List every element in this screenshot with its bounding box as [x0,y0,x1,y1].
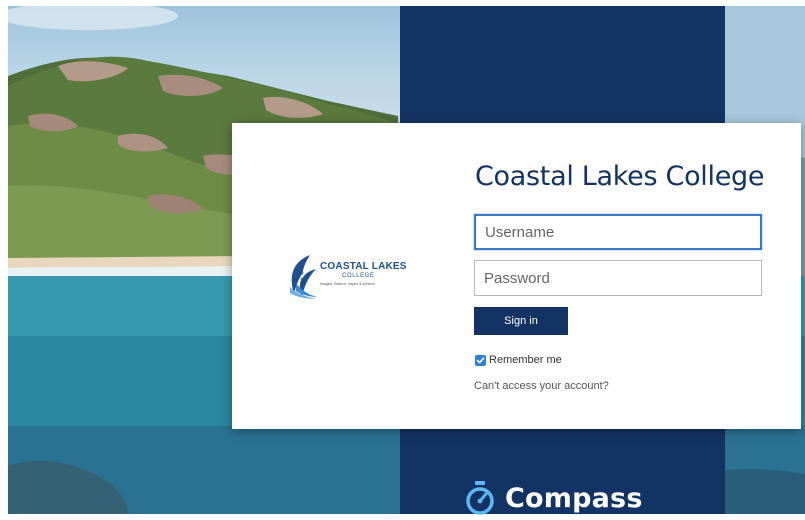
remember-me-row[interactable]: Remember me [475,353,562,367]
checkmark-icon [476,356,485,363]
login-page: COASTAL LAKES COLLEGE Imagine, Believe, … [0,0,805,520]
college-title: Coastal Lakes College [475,161,765,192]
compass-wordmark: Compass [505,482,643,514]
remember-me-label: Remember me [489,354,562,366]
school-logo-motto: Imagine, Believe, Inspire & Achieve [320,282,375,286]
compass-brand: Compass [465,478,643,518]
remember-me-checkbox[interactable] [475,354,486,366]
cant-access-account-link[interactable]: Can't access your account? [474,380,609,392]
school-logo-subname: COLLEGE [342,273,375,279]
login-card: COASTAL LAKES COLLEGE Imagine, Believe, … [232,123,801,429]
sign-in-button[interactable]: Sign in [474,307,568,335]
school-logo: COASTAL LAKES COLLEGE Imagine, Believe, … [284,253,414,299]
username-input[interactable] [474,214,762,250]
school-logo-name: COASTAL LAKES [320,261,407,272]
password-input[interactable] [474,260,762,296]
compass-timer-icon [466,481,494,515]
wave-logo-icon [290,255,318,299]
